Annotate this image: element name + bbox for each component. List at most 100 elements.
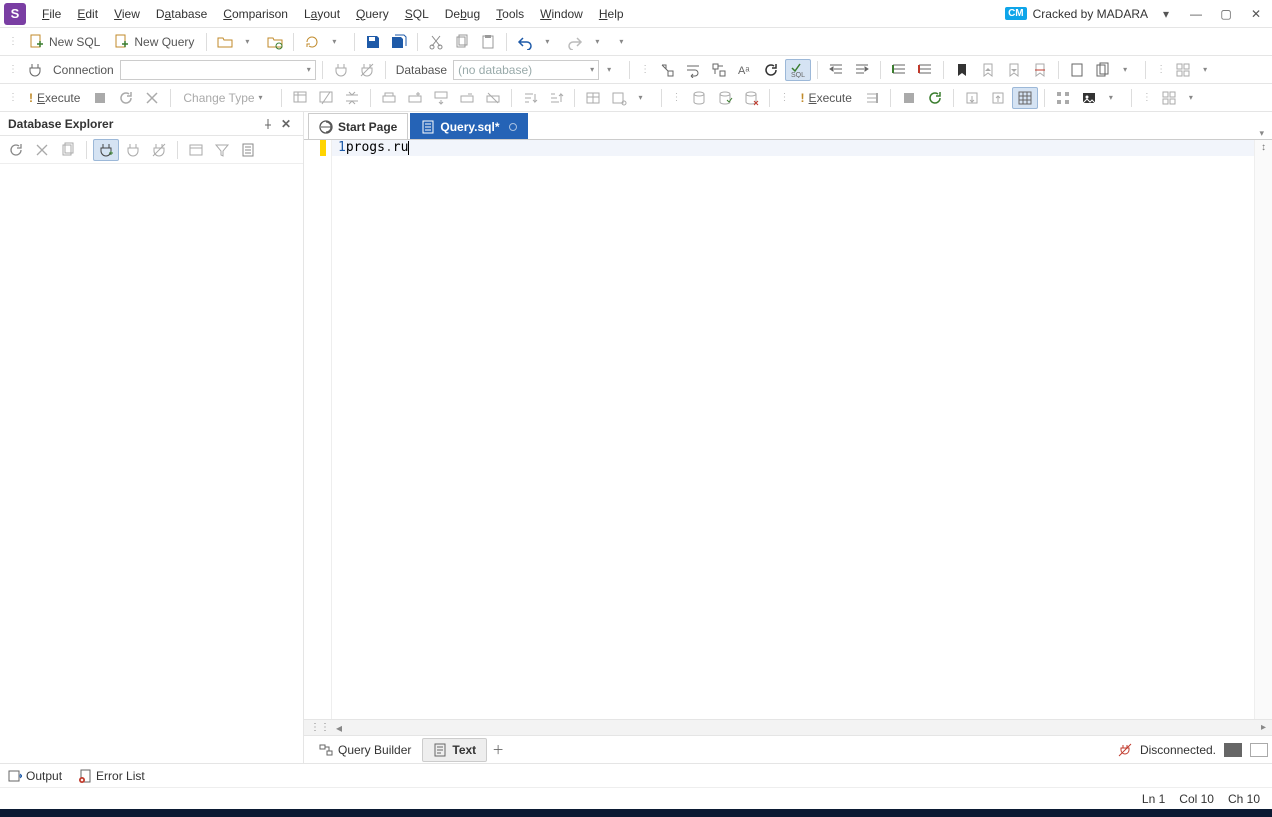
stop-button-2[interactable] [897,87,921,109]
refresh-button-2[interactable] [923,87,947,109]
close-button[interactable]: ✕ [1244,3,1268,25]
redo-dropdown[interactable]: ▾ [589,31,611,53]
open-recent-button[interactable] [263,31,287,53]
new-sql-button[interactable]: New SQL [23,31,106,53]
exp-delete-button[interactable] [30,139,54,161]
change-type-button[interactable]: Change Type ▾ [177,87,274,109]
bookmark-next-button[interactable] [1002,59,1026,81]
tab-text[interactable]: Text [422,738,487,762]
tab-close-icon[interactable] [509,123,517,131]
undo-dropdown[interactable]: ▾ [539,31,561,53]
collapse-button[interactable] [340,87,364,109]
more-dropdown-3[interactable]: ▾ [1103,87,1125,109]
exp-filter-button[interactable] [210,139,234,161]
menu-edit[interactable]: Edit [69,3,106,25]
horizontal-scrollbar[interactable]: ⋮⋮ ◂ ▸ [304,719,1272,735]
open-button[interactable] [213,31,237,53]
execute-to-end-button[interactable] [860,87,884,109]
execute-button-2[interactable]: ! Execute [795,87,858,109]
menu-query[interactable]: Query [348,3,397,25]
uncomment-button[interactable] [913,59,937,81]
tab-overflow-dropdown[interactable]: ▾ [1251,128,1272,139]
group-btn-2[interactable] [403,87,427,109]
menu-help[interactable]: Help [591,3,632,25]
reload-dropdown[interactable]: ▾ [326,31,348,53]
grid-toggle-button[interactable] [1012,87,1038,109]
exp-window-button[interactable] [184,139,208,161]
tab-start-page[interactable]: Start Page [308,113,408,139]
connection-combo[interactable]: ▾ [120,60,316,80]
tool-btn-3[interactable] [707,59,731,81]
outdent-button[interactable] [824,59,848,81]
minimize-button[interactable]: — [1184,3,1208,25]
exp-props-button[interactable] [236,139,260,161]
exp-refresh-button[interactable] [4,139,28,161]
title-dropdown[interactable]: ▾ [1154,3,1178,25]
group-btn-1[interactable] [377,87,401,109]
connection-icon-button[interactable] [23,59,47,81]
database-combo[interactable]: (no database)▾ [453,60,599,80]
new-query-button[interactable]: New Query [108,31,200,53]
cut-button[interactable] [424,31,448,53]
scroll-handle-icon[interactable]: ⋮⋮ [310,722,330,733]
editor-empty-area[interactable] [332,156,1254,719]
menu-sql[interactable]: SQL [397,3,437,25]
grip-icon[interactable]: ⋮ [4,36,21,47]
reconnect-button[interactable] [114,87,138,109]
new-doc-button[interactable] [1065,59,1089,81]
disconnect-button[interactable] [355,59,379,81]
menu-tools[interactable]: Tools [488,3,532,25]
more-dropdown-1[interactable]: ▾ [613,31,635,53]
more-dropdown-2[interactable]: ▾ [1117,59,1139,81]
exp-plug-new-button[interactable] [93,139,119,161]
save-all-button[interactable] [387,31,411,53]
maximize-button[interactable]: ▢ [1214,3,1238,25]
open-dropdown[interactable]: ▾ [239,31,261,53]
exp-unplug-button[interactable] [147,139,171,161]
image-button[interactable] [1077,87,1101,109]
import-button[interactable] [986,87,1010,109]
menu-comparison[interactable]: Comparison [215,3,296,25]
code-text[interactable]: 1progs.ru [332,140,1254,719]
tab-query-builder[interactable]: Query Builder [308,738,422,762]
table-dropdown[interactable]: ▾ [633,87,655,109]
sort-desc-button[interactable] [544,87,568,109]
menu-layout[interactable]: Layout [296,3,348,25]
explorer-close-button[interactable]: ✕ [277,115,295,133]
reload-button[interactable] [300,31,324,53]
layout-button[interactable] [1171,59,1195,81]
split-icon[interactable]: ↕ [1261,142,1266,153]
cancel-button[interactable] [140,87,164,109]
menu-database[interactable]: Database [148,3,215,25]
paste-button[interactable] [476,31,500,53]
layout-button-2[interactable] [1157,87,1181,109]
indent-button[interactable] [850,59,874,81]
redo-button[interactable] [563,31,587,53]
menu-window[interactable]: Window [532,3,591,25]
view-toggle-2[interactable] [1250,743,1268,757]
db-cylinder-1[interactable] [687,87,711,109]
group-btn-3[interactable] [429,87,453,109]
docs-button[interactable] [1091,59,1115,81]
sort-asc-button[interactable] [518,87,542,109]
remove-table-button[interactable] [314,87,338,109]
sql-toggle-button[interactable]: SQL [785,59,811,81]
group-btn-4[interactable] [455,87,479,109]
view-toggle-1[interactable] [1224,743,1242,757]
connect-button[interactable] [329,59,353,81]
copy-button[interactable] [450,31,474,53]
save-button[interactable] [361,31,385,53]
exp-copy-button[interactable] [56,139,80,161]
grip-icon[interactable]: ⋮ [776,92,793,103]
menu-view[interactable]: View [106,3,148,25]
scroll-left-icon[interactable]: ◂ [336,721,342,735]
menu-file[interactable]: File [34,3,69,25]
error-list-tab[interactable]: Error List [78,769,145,783]
add-tab-button[interactable]: ＋ [487,739,509,761]
refresh-button[interactable] [759,59,783,81]
stop-button[interactable] [88,87,112,109]
exp-plug-button[interactable] [121,139,145,161]
scroll-right-icon[interactable]: ▸ [1261,722,1266,733]
db-dropdown[interactable]: ▾ [601,59,623,81]
table-view-button[interactable] [581,87,605,109]
